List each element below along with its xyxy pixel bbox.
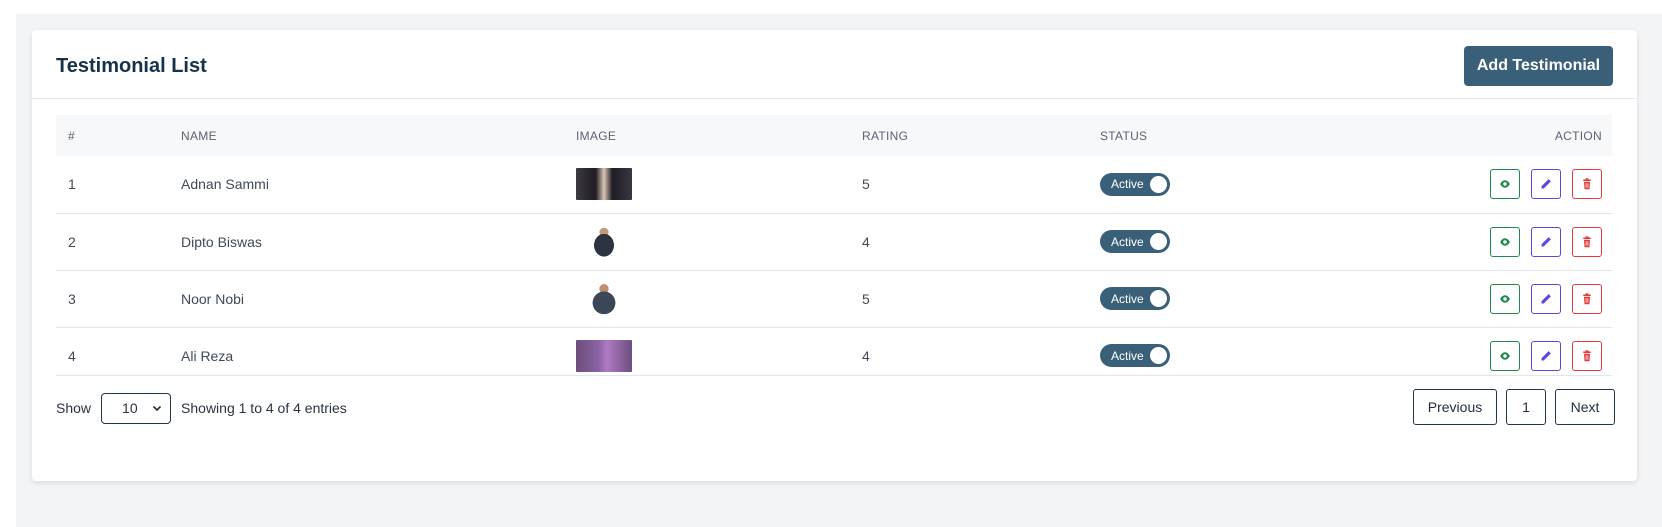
table-row: 3 Noor Nobi 5 Active <box>56 270 1612 327</box>
row-index: 2 <box>68 233 76 250</box>
column-header-action: ACTION <box>1554 128 1602 143</box>
status-label: Active <box>1111 348 1144 363</box>
page-title: Testimonial List <box>56 55 207 77</box>
trash-icon <box>1583 292 1591 304</box>
view-button[interactable] <box>1490 226 1521 257</box>
status-label: Active <box>1111 177 1144 192</box>
delete-button[interactable] <box>1572 226 1602 257</box>
toggle-knob <box>1150 347 1167 365</box>
column-header-status: STATUS <box>1100 128 1148 143</box>
testimonial-table: # NAME IMAGE RATING STATUS ACTION 1 Adna… <box>56 115 1612 384</box>
row-name: Dipto Biswas <box>181 233 262 250</box>
edit-button[interactable] <box>1531 226 1562 257</box>
delete-button[interactable] <box>1572 169 1602 200</box>
trash-icon <box>1583 235 1591 247</box>
testimonial-table-wrapper: # NAME IMAGE RATING STATUS ACTION 1 Adna… <box>56 115 1612 384</box>
eye-icon <box>1500 294 1511 303</box>
entries-length-control: Show 10 Showing 1 to 4 of 4 entries <box>56 392 347 424</box>
pencil-icon <box>1541 350 1551 361</box>
toggle-knob <box>1150 175 1167 193</box>
table-footer-divider <box>56 375 1612 376</box>
row-name: Adnan Sammi <box>181 176 269 193</box>
pencil-icon <box>1541 293 1551 303</box>
table-row: 2 Dipto Biswas 4 Active <box>56 213 1612 270</box>
delete-button[interactable] <box>1572 283 1602 314</box>
pagination: Previous 1 Next <box>1413 389 1615 425</box>
column-header-index: # <box>68 128 75 143</box>
testimonial-photo <box>576 282 632 315</box>
view-button[interactable] <box>1490 283 1521 314</box>
table-header-row: # NAME IMAGE RATING STATUS ACTION <box>56 115 1612 156</box>
page-number-button[interactable]: 1 <box>1506 389 1546 425</box>
row-name: Noor Nobi <box>181 290 245 307</box>
row-index: 3 <box>68 290 76 307</box>
status-label: Active <box>1111 291 1144 306</box>
testimonial-photo <box>576 339 632 372</box>
view-button[interactable] <box>1490 169 1521 200</box>
testimonial-card: Testimonial List Add Testimonial # NAME … <box>32 30 1637 481</box>
delete-button[interactable] <box>1572 340 1602 371</box>
row-rating: 4 <box>862 233 870 250</box>
previous-page-button[interactable]: Previous <box>1413 389 1497 425</box>
eye-icon <box>1500 237 1511 246</box>
eye-icon <box>1500 352 1511 360</box>
trash-icon <box>1583 350 1591 361</box>
column-header-image: IMAGE <box>576 128 617 143</box>
trash-icon <box>1583 178 1591 190</box>
per-page-value: 10 <box>122 400 138 416</box>
per-page-select[interactable]: 10 <box>101 392 172 424</box>
row-rating: 5 <box>862 290 870 307</box>
status-toggle[interactable]: Active <box>1100 230 1170 253</box>
row-index: 1 <box>68 176 76 193</box>
status-label: Active <box>1111 234 1144 249</box>
status-toggle[interactable]: Active <box>1100 172 1170 196</box>
pencil-icon <box>1541 236 1551 246</box>
edit-button[interactable] <box>1531 283 1562 314</box>
status-toggle[interactable]: Active <box>1100 287 1170 310</box>
chevron-down-icon <box>152 405 162 412</box>
pencil-icon <box>1541 179 1551 189</box>
row-rating: 5 <box>862 176 870 193</box>
testimonial-photo <box>576 168 632 201</box>
add-testimonial-button[interactable]: Add Testimonial <box>1464 46 1613 86</box>
next-page-button[interactable]: Next <box>1555 389 1615 425</box>
edit-button[interactable] <box>1531 340 1562 371</box>
column-header-rating: RATING <box>862 128 909 143</box>
status-toggle[interactable]: Active <box>1100 344 1170 368</box>
column-header-name: NAME <box>181 128 217 143</box>
toggle-knob <box>1150 233 1167 250</box>
testimonial-photo <box>576 225 632 258</box>
card-header: Testimonial List Add Testimonial <box>32 30 1637 99</box>
eye-icon <box>1500 180 1511 188</box>
toggle-knob <box>1150 290 1167 307</box>
entries-info: Showing 1 to 4 of 4 entries <box>181 400 347 416</box>
view-button[interactable] <box>1490 340 1521 371</box>
table-row: 1 Adnan Sammi 5 Active <box>56 156 1612 213</box>
edit-button[interactable] <box>1531 169 1562 200</box>
show-label: Show <box>56 400 92 416</box>
